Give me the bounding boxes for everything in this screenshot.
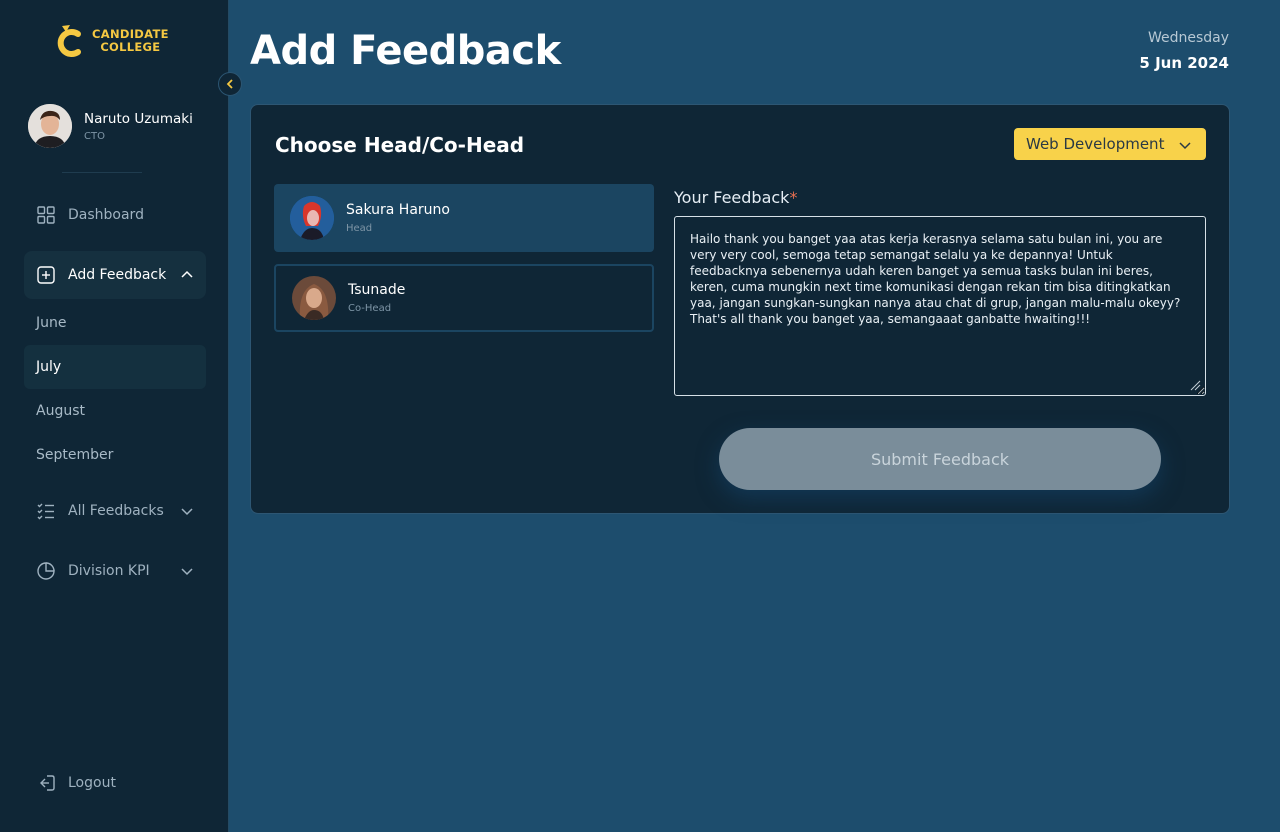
feedback-label: Your Feedback* [674,188,798,207]
date-display: Wednesday 5 Jun 2024 [1139,30,1229,72]
nav-division-kpi[interactable]: Division KPI [24,547,206,595]
required-marker: * [789,188,798,207]
avatar [292,276,336,320]
logout-icon [40,775,55,791]
sub-item-september[interactable]: September [24,433,206,477]
division-select[interactable]: Web Development [1014,128,1206,160]
chevron-down-icon [181,508,193,516]
person-name: Tsunade [348,282,406,298]
person-role: Co-Head [348,303,392,314]
nav-add-feedback[interactable]: Add Feedback [24,251,206,299]
logo[interactable]: CANDIDATE COLLEGE [56,22,169,60]
card-title: Choose Head/Co-Head [275,133,525,157]
divider [62,172,142,173]
chevron-left-icon [226,79,233,89]
date-full: 5 Jun 2024 [1139,54,1229,72]
sidebar-collapse-button[interactable] [218,72,242,96]
nav-all-feedbacks[interactable]: All Feedbacks [24,487,206,535]
avatar [28,104,72,148]
feedback-textarea[interactable]: Hailo thank you banget yaa atas kerja ke… [674,216,1206,396]
nav-logout[interactable]: Logout [24,759,206,807]
division-select-value: Web Development [1026,135,1165,153]
profile-role: CTO [84,130,105,142]
profile-name: Naruto Uzumaki [84,110,193,127]
submit-feedback-button[interactable]: Submit Feedback [719,428,1161,490]
person-role: Head [346,223,373,234]
checklist-icon [37,503,54,520]
pie-chart-icon [37,562,55,580]
sub-item-june[interactable]: June [24,301,206,345]
nav-logout-label: Logout [68,775,116,791]
user-profile[interactable]: Naruto Uzumaki CTO [28,104,193,148]
chevron-down-icon [1179,142,1191,150]
person-option-head[interactable]: Sakura Haruno Head [274,184,654,252]
sub-item-august[interactable]: August [24,389,206,433]
chevron-up-icon [181,270,193,278]
person-name: Sakura Haruno [346,202,450,218]
avatar [290,196,334,240]
page-title: Add Feedback [250,28,561,74]
logo-icon [57,25,81,57]
plus-square-icon [37,266,55,284]
chevron-down-icon [181,568,193,576]
sidebar: CANDIDATE COLLEGE Naruto Uzumaki CTO Das… [0,0,229,832]
nav-division-kpi-label: Division KPI [68,563,150,579]
nav-add-feedback-label: Add Feedback [68,267,167,283]
nav-all-feedbacks-label: All Feedbacks [68,503,164,519]
date-day: Wednesday [1147,30,1229,46]
nav-dashboard-label: Dashboard [68,207,144,223]
resize-handle-icon[interactable] [1189,379,1201,391]
nav-dashboard[interactable]: Dashboard [24,191,206,239]
sub-item-july[interactable]: July [24,345,206,389]
feedback-card: Choose Head/Co-Head Web Development Saku… [250,104,1230,514]
person-option-co-head[interactable]: Tsunade Co-Head [274,264,654,332]
logo-text: CANDIDATE COLLEGE [92,27,169,54]
grid-icon [37,206,55,224]
